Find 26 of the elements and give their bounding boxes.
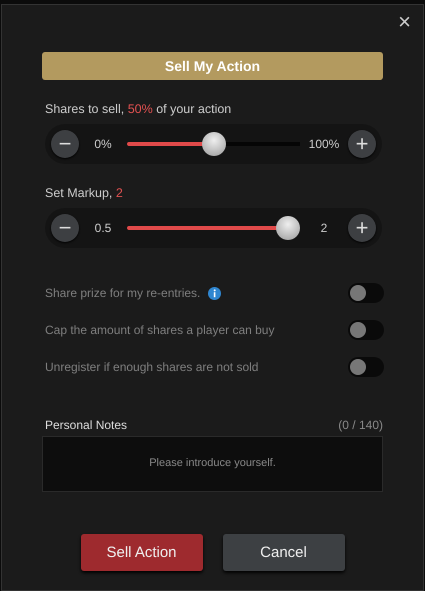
dialog-title: Sell My Action bbox=[42, 52, 383, 80]
notes-field[interactable]: Please introduce yourself. bbox=[42, 436, 383, 492]
sell-button[interactable]: Sell Action bbox=[80, 534, 202, 571]
min-value: 0.5 bbox=[94, 221, 112, 235]
slider-label: Shares to sell, 50% of your action bbox=[45, 102, 232, 116]
plus-button[interactable]: + bbox=[348, 214, 376, 242]
minus-button[interactable]: − bbox=[51, 130, 79, 158]
slider-thumb[interactable] bbox=[276, 216, 300, 240]
toggle-switch[interactable] bbox=[348, 283, 384, 303]
toggle-label: Unregister if enough shares are not sold bbox=[45, 360, 258, 374]
slider-label: Set Markup, 2 bbox=[45, 186, 124, 200]
plus-button[interactable]: + bbox=[348, 130, 376, 158]
toggle-label: Share prize for my re-entries. bbox=[45, 286, 200, 300]
toggle-switch[interactable] bbox=[348, 320, 384, 340]
toggle-label: Cap the amount of shares a player can buy bbox=[45, 323, 274, 337]
character-counter: (0 / 140) bbox=[338, 418, 383, 432]
max-value: 100% bbox=[308, 137, 340, 151]
cancel-button[interactable]: Cancel bbox=[222, 534, 344, 571]
minus-button[interactable]: − bbox=[51, 214, 79, 242]
min-value: 0% bbox=[93, 137, 113, 151]
slider-thumb[interactable] bbox=[202, 132, 226, 156]
notes-label: Personal Notes bbox=[45, 418, 128, 432]
info-icon[interactable] bbox=[208, 286, 222, 300]
max-value: 2 bbox=[320, 221, 328, 235]
toggle-switch[interactable] bbox=[348, 357, 384, 377]
close-button[interactable]: × bbox=[392, 9, 417, 35]
